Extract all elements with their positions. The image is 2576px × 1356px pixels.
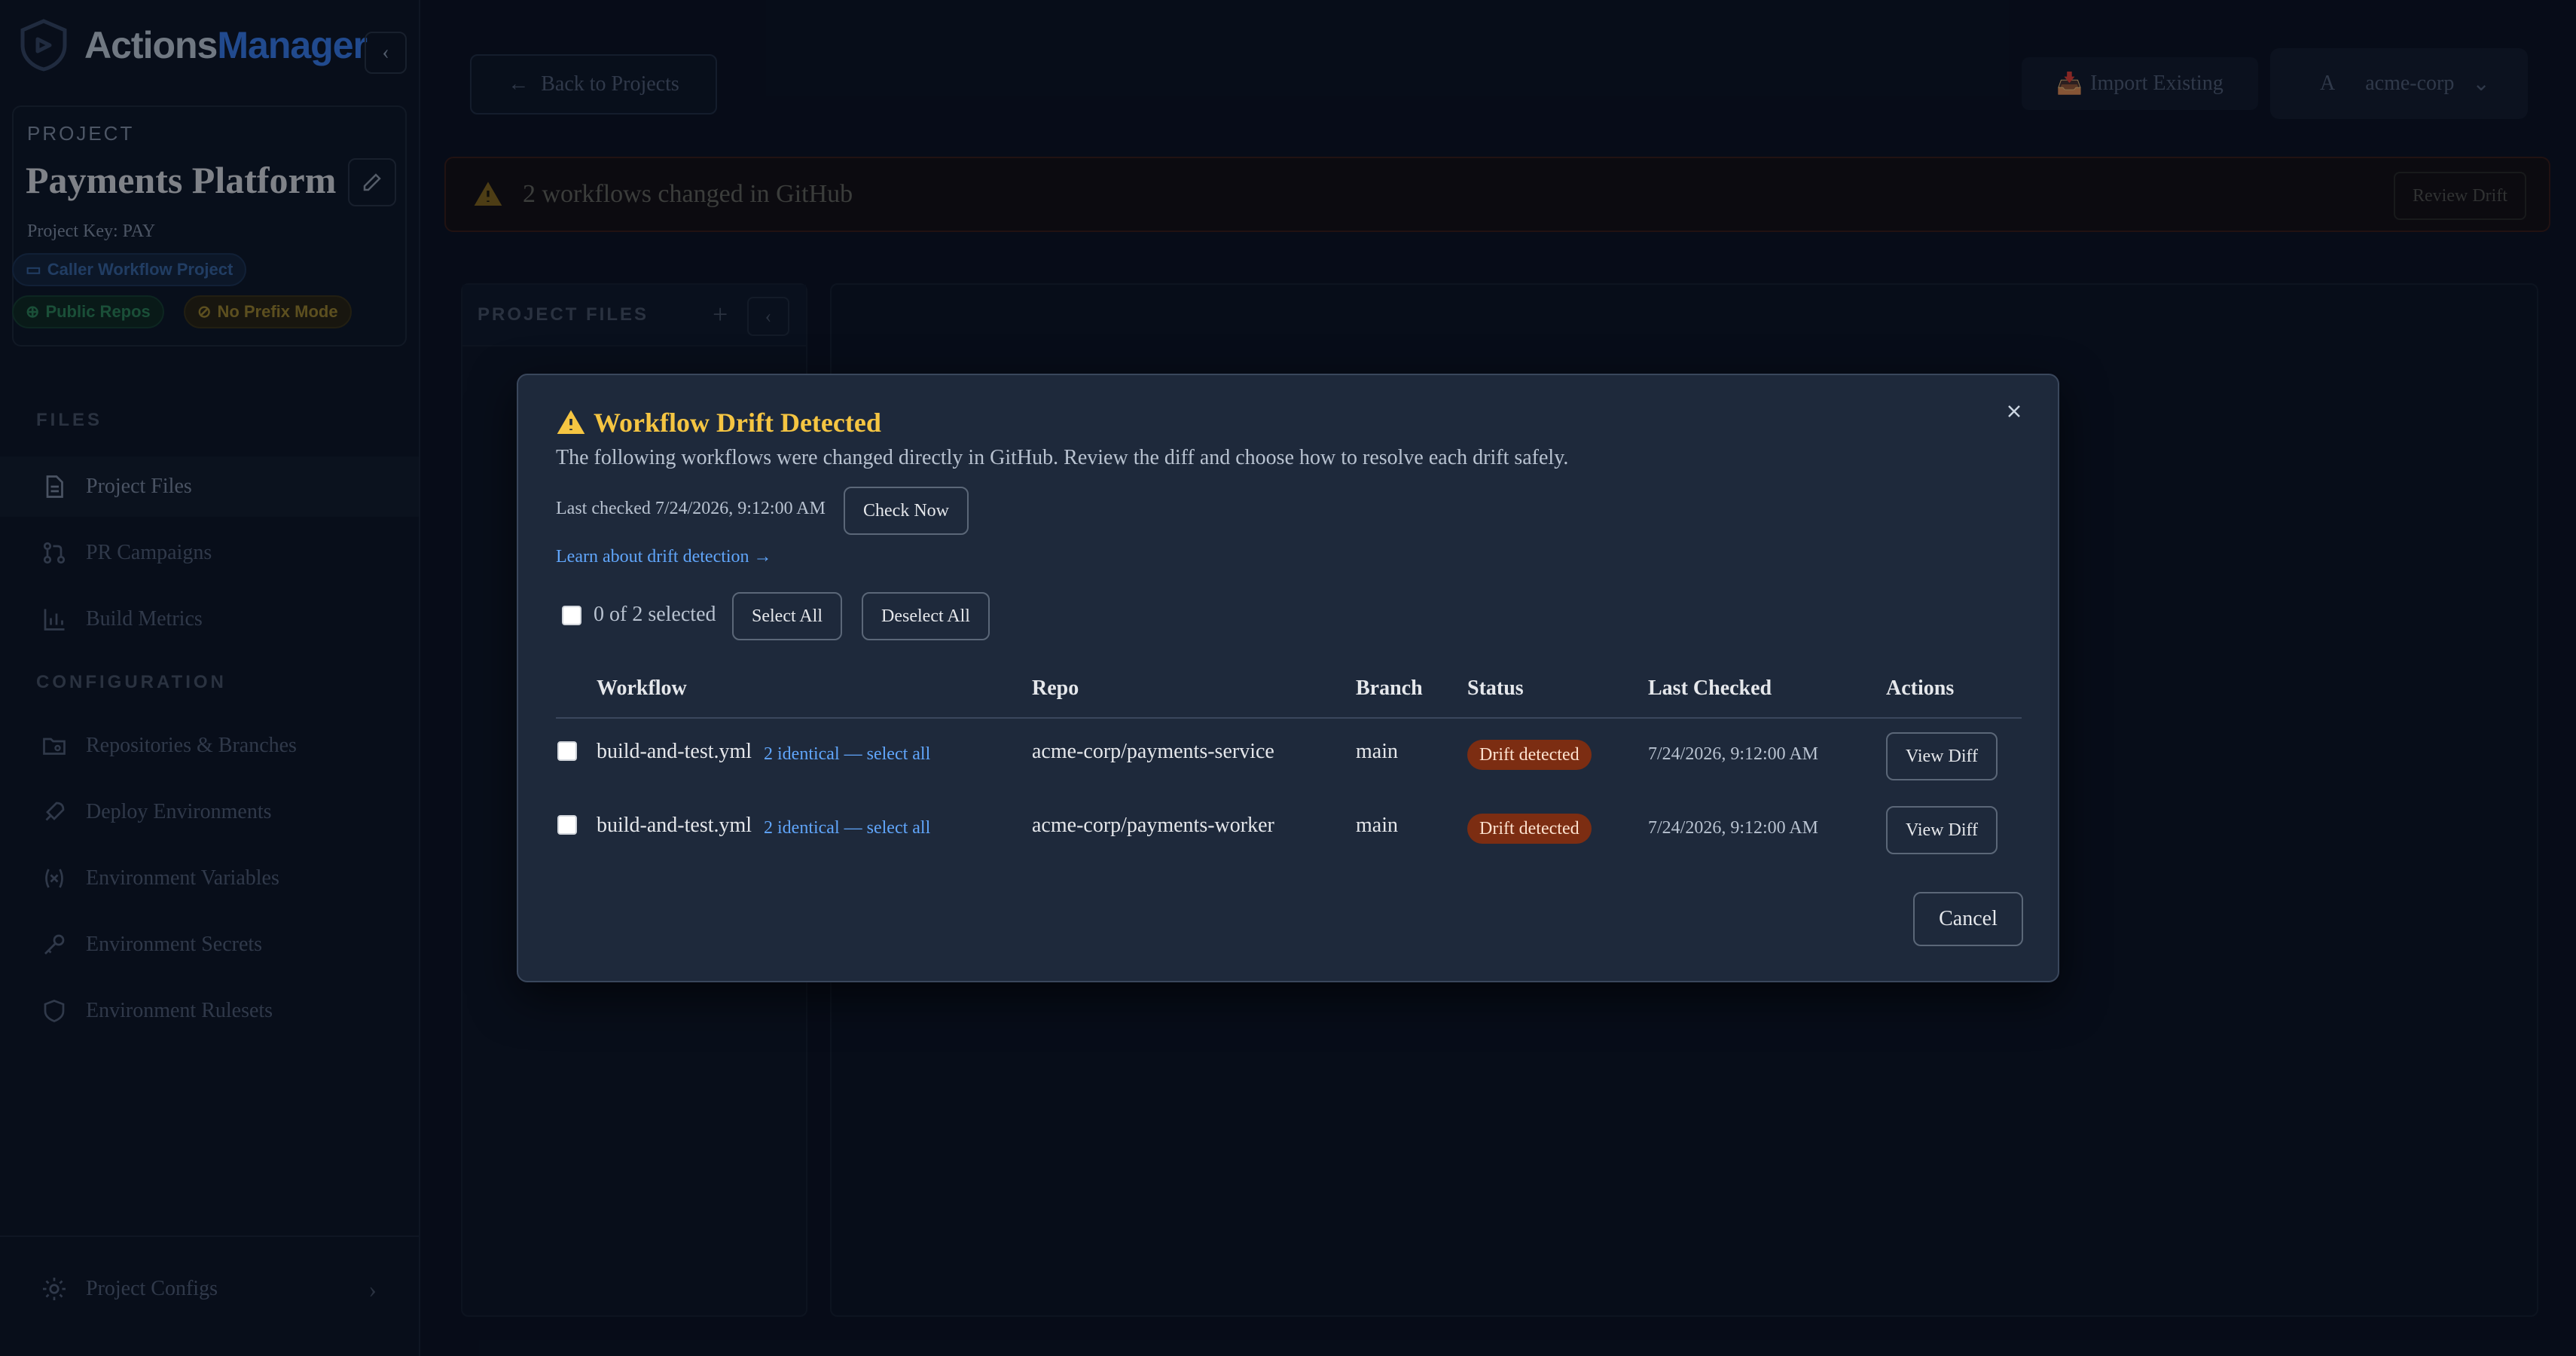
view-diff-button[interactable]: View Diff bbox=[1886, 732, 1998, 780]
select-all-checkbox[interactable] bbox=[562, 606, 581, 625]
modal-title-text: Workflow Drift Detected bbox=[594, 408, 881, 438]
table-header-divider bbox=[556, 717, 2022, 719]
column-header-repo: Repo bbox=[1032, 676, 1079, 700]
column-header-last-checked: Last Checked bbox=[1648, 676, 1772, 700]
modal-title: Workflow Drift Detected bbox=[556, 407, 881, 438]
drift-modal: Workflow Drift Detected The following wo… bbox=[517, 374, 2059, 982]
last-checked-cell: 7/24/2026, 9:12:00 AM bbox=[1648, 818, 1819, 838]
column-header-workflow: Workflow bbox=[597, 676, 687, 700]
identical-select-link[interactable]: 2 identical — select all bbox=[764, 818, 930, 838]
learn-drift-link[interactable]: Learn about drift detection → bbox=[556, 547, 772, 567]
column-header-actions: Actions bbox=[1886, 676, 1955, 700]
last-checked-text: Last checked 7/24/2026, 9:12:00 AM bbox=[556, 499, 826, 518]
deselect-all-button[interactable]: Deselect All bbox=[862, 592, 990, 640]
status-badge: Drift detected bbox=[1467, 740, 1592, 770]
branch-name: main bbox=[1356, 814, 1398, 837]
last-checked-cell: 7/24/2026, 9:12:00 AM bbox=[1648, 744, 1819, 764]
modal-description: The following workflows were changed dir… bbox=[556, 446, 1569, 469]
close-modal-button[interactable] bbox=[1998, 395, 2031, 428]
selected-count: 0 of 2 selected bbox=[594, 603, 716, 626]
row-checkbox[interactable] bbox=[557, 741, 577, 761]
close-icon bbox=[2008, 405, 2020, 417]
repo-name: acme-corp/payments-worker bbox=[1032, 814, 1274, 837]
column-header-branch: Branch bbox=[1356, 676, 1423, 700]
row-checkbox[interactable] bbox=[557, 815, 577, 835]
repo-name: acme-corp/payments-service bbox=[1032, 740, 1274, 763]
cancel-button[interactable]: Cancel bbox=[1913, 892, 2023, 946]
warning-icon bbox=[557, 410, 585, 434]
identical-select-link[interactable]: 2 identical — select all bbox=[764, 744, 930, 765]
check-now-button[interactable]: Check Now bbox=[844, 487, 969, 535]
view-diff-button[interactable]: View Diff bbox=[1886, 806, 1998, 854]
column-header-status: Status bbox=[1467, 676, 1524, 700]
workflow-name: build-and-test.yml bbox=[597, 814, 752, 837]
workflow-name: build-and-test.yml bbox=[597, 740, 752, 763]
branch-name: main bbox=[1356, 740, 1398, 763]
select-all-button[interactable]: Select All bbox=[732, 592, 842, 640]
status-badge: Drift detected bbox=[1467, 814, 1592, 844]
